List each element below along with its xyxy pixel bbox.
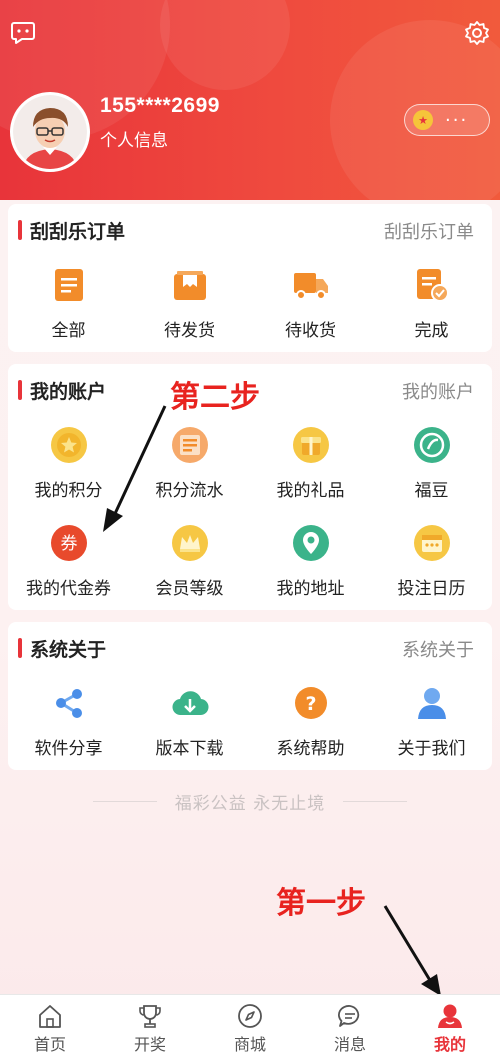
grid-item-label: 投注日历 (397, 579, 466, 599)
grid-item-label: 系统帮助 (276, 739, 345, 759)
tab-lottery-results[interactable]: 开奖 (100, 995, 200, 1060)
card-header: 系统关于 系统关于 (8, 622, 492, 672)
crown-icon (171, 524, 209, 562)
share-app-item[interactable]: 软件分享 (8, 684, 129, 774)
bottom-tab-bar: 首页 开奖 商城 消息 我的 (0, 994, 500, 1060)
points-coin-icon (50, 426, 88, 464)
tab-label: 商城 (233, 1035, 266, 1054)
compass-icon (237, 1003, 263, 1029)
section-accent-bar (18, 380, 22, 400)
order-complete-item[interactable]: 完成 (371, 266, 492, 356)
step2-arrow (103, 405, 167, 532)
my-address-item[interactable]: 我的地址 (250, 524, 371, 614)
grid-item-label: 我的礼品 (276, 481, 345, 501)
tab-mall[interactable]: 商城 (200, 995, 300, 1060)
step1-annotation: 第一步 (276, 886, 366, 921)
grid-item-label: 福豆 (414, 481, 449, 501)
my-vouchers-item[interactable]: 券 我的代金券 (8, 524, 129, 614)
gift-icon (292, 426, 330, 464)
profile-header: 155****2699 个人信息 ★ ··· (0, 0, 500, 200)
header-decoration (160, 0, 290, 90)
profile-info-link[interactable]: 个人信息 (100, 126, 168, 151)
trophy-icon (137, 1003, 163, 1029)
grid-item-label: 完成 (414, 321, 449, 341)
step2-annotation: 第二步 (170, 380, 260, 415)
help-icon: ? (292, 684, 330, 722)
tab-messages[interactable]: 消息 (300, 995, 400, 1060)
tab-label: 首页 (33, 1035, 66, 1054)
fu-bean-item[interactable]: 福豆 (371, 426, 492, 516)
points-record-icon (171, 426, 209, 464)
system-about-card: 系统关于 系统关于 软件分享 版本下载 ? 系统帮助 关于我们 (8, 622, 492, 770)
grid-item-label: 全部 (51, 321, 86, 341)
more-label: ··· (445, 109, 469, 131)
tab-label: 我的 (433, 1035, 466, 1054)
chat-icon[interactable] (8, 18, 38, 48)
package-icon (171, 266, 209, 304)
user-phone[interactable]: 155****2699 (100, 94, 220, 118)
slogan-text: 福彩公益 永无止境 (174, 793, 326, 814)
my-gifts-item[interactable]: 我的礼品 (250, 426, 371, 516)
home-icon (37, 1003, 63, 1029)
grid-item-label: 待收货 (285, 321, 336, 341)
grid-item-label: 会员等级 (155, 579, 224, 599)
order-to-ship-item[interactable]: 待发货 (129, 266, 250, 356)
order-to-receive-item[interactable]: 待收货 (250, 266, 371, 356)
location-icon (292, 524, 330, 562)
tab-home[interactable]: 首页 (0, 995, 100, 1060)
grid-item-label: 软件分享 (34, 739, 103, 759)
gear-icon[interactable] (462, 18, 492, 48)
profile-icon (437, 1003, 463, 1029)
step1-arrow (383, 905, 441, 996)
done-doc-icon (413, 266, 451, 304)
tab-label: 消息 (333, 1035, 366, 1054)
version-download-item[interactable]: 版本下载 (129, 684, 250, 774)
section-link[interactable]: 系统关于 (402, 636, 474, 662)
card-header: 刮刮乐订单 刮刮乐订单 (8, 204, 492, 254)
grid-item-label: 待发货 (164, 321, 215, 341)
section-accent-bar (18, 220, 22, 240)
grid-item-label: 我的代金券 (26, 579, 111, 599)
system-help-item[interactable]: ? 系统帮助 (250, 684, 371, 774)
avatar[interactable] (10, 92, 90, 172)
tab-label: 开奖 (133, 1035, 166, 1054)
order-all-item[interactable]: 全部 (8, 266, 129, 356)
truck-icon (292, 266, 330, 304)
grid-item-label: 我的地址 (276, 579, 345, 599)
share-icon (50, 684, 88, 722)
voucher-badge: 券 (61, 534, 78, 554)
tab-mine[interactable]: 我的 (400, 995, 500, 1060)
about-us-item[interactable]: 关于我们 (371, 684, 492, 774)
member-level-item[interactable]: 会员等级 (129, 524, 250, 614)
scratch-orders-card: 刮刮乐订单 刮刮乐订单 全部 待发货 待收货 完成 (8, 204, 492, 352)
message-icon (337, 1003, 363, 1029)
divider (93, 800, 157, 802)
section-accent-bar (18, 638, 22, 658)
cloud-download-icon (171, 684, 209, 722)
voucher-icon: 券 (50, 524, 88, 562)
section-title: 刮刮乐订单 (30, 221, 126, 243)
divider (343, 800, 407, 802)
grid-item-label: 关于我们 (397, 739, 466, 759)
document-icon (50, 266, 88, 304)
calendar-icon (413, 524, 451, 562)
points-pill[interactable]: ★ ··· (404, 104, 490, 136)
bean-icon (413, 426, 451, 464)
slogan: 福彩公益 永无止境 (75, 788, 425, 814)
section-link[interactable]: 刮刮乐订单 (384, 218, 474, 244)
person-icon (413, 684, 451, 722)
bet-calendar-item[interactable]: 投注日历 (371, 524, 492, 614)
help-badge: ? (305, 693, 316, 715)
section-title: 系统关于 (30, 639, 107, 661)
section-link[interactable]: 我的账户 (402, 378, 474, 404)
star-coin-icon: ★ (413, 110, 433, 130)
grid-item-label: 版本下载 (155, 739, 224, 759)
